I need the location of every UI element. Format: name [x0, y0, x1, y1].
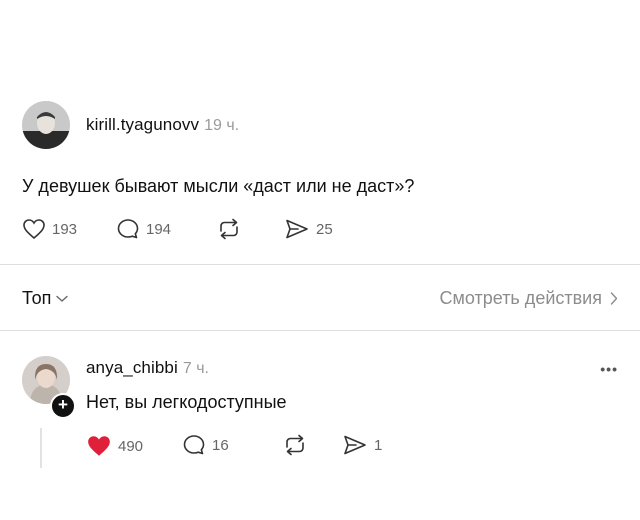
post-like-button[interactable]: 193	[22, 218, 77, 240]
heart-filled-icon	[88, 436, 110, 456]
sort-label: Топ	[22, 288, 52, 308]
heart-icon	[23, 219, 45, 240]
follow-plus-icon[interactable]: +	[50, 393, 76, 419]
more-options-icon[interactable]: •••	[600, 361, 618, 377]
post-time: 19 ч.	[204, 117, 240, 134]
reply-share-count: 1	[374, 436, 383, 454]
post-like-count: 193	[52, 220, 78, 238]
reply-like-button[interactable]: 490	[86, 434, 143, 458]
thread-line	[40, 428, 42, 468]
chevron-down-icon	[56, 295, 69, 302]
post-share-count: 25	[316, 220, 333, 238]
reply-like-count: 490	[118, 437, 144, 455]
post-divider	[0, 264, 640, 265]
reply-repost-button[interactable]	[282, 434, 308, 456]
post-share-button[interactable]: 25	[284, 218, 333, 240]
view-actions-link[interactable]: Смотреть действия	[440, 288, 618, 309]
repost-icon	[286, 434, 304, 456]
post-comment-button[interactable]: 194	[116, 218, 171, 240]
send-icon	[286, 219, 308, 239]
comment-bubble-icon	[117, 219, 139, 239]
comment-bubble-icon	[183, 435, 205, 455]
post-username[interactable]: kirill.tyagunovv	[86, 115, 199, 135]
post-comment-count: 194	[146, 220, 172, 238]
post-repost-button[interactable]	[216, 218, 242, 240]
send-icon	[344, 435, 366, 455]
reply-comment-count: 16	[212, 436, 229, 454]
reply-share-button[interactable]: 1	[342, 434, 382, 456]
reply-username[interactable]: anya_chibbi	[86, 358, 178, 378]
reply-text: Нет, вы легкодоступные	[86, 392, 287, 412]
reply-comment-button[interactable]: 16	[182, 434, 229, 456]
post-text: У девушек бывают мысли «даст или не даст…	[22, 176, 415, 196]
sort-dropdown[interactable]: Топ	[22, 288, 69, 309]
section-divider	[0, 330, 640, 331]
reply-time: 7 ч.	[182, 360, 209, 377]
repost-icon	[220, 218, 238, 240]
view-actions-label: Смотреть действия	[439, 288, 602, 308]
chevron-right-icon	[610, 292, 618, 305]
post-author-avatar[interactable]	[22, 101, 70, 149]
avatar-photo	[22, 101, 70, 149]
